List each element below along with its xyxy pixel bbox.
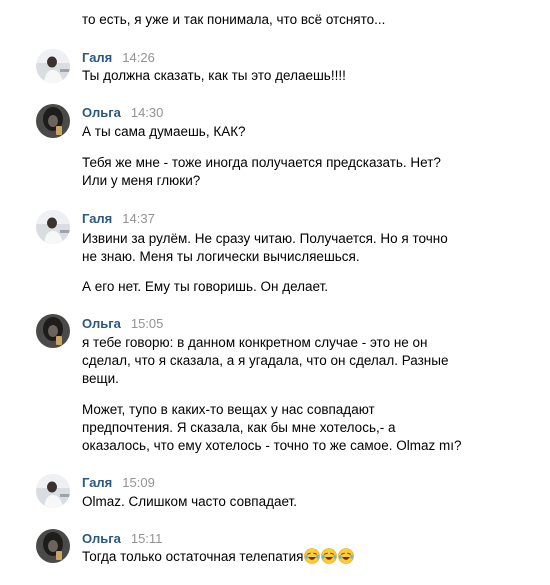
message-time[interactable]: 14:26: [122, 50, 155, 65]
message-feed: то есть, я уже и так понимала, что всё о…: [0, 0, 550, 585]
message-header: Ольга 14:30: [82, 105, 163, 121]
face-with-tears-of-joy-icon: [304, 548, 321, 569]
message-header: Галя 14:37: [82, 211, 155, 227]
message-text: не знаю. Меня ты логически вычисляешься.: [82, 249, 360, 264]
author-name[interactable]: Ольга: [82, 316, 121, 331]
message-text-line: Тогда только остаточная телепатия: [82, 547, 355, 569]
author-name[interactable]: Ольга: [82, 531, 121, 546]
message-text: оказалось, что ему хотелось - точно то ж…: [82, 438, 462, 453]
message-text: сделал, что я сказала, а я угадала, что …: [82, 353, 449, 368]
message-time[interactable]: 14:37: [122, 211, 155, 226]
author-name[interactable]: Галя: [82, 475, 112, 490]
avatar-olga[interactable]: [36, 529, 70, 563]
message-time[interactable]: 15:09: [122, 475, 155, 490]
message-text: я тебе говорю: в данном конкретном случа…: [82, 335, 428, 350]
avatar-galya[interactable]: [36, 49, 70, 83]
message-text: Тебя же мне - тоже иногда получается пре…: [82, 155, 441, 170]
message-text: Тогда только остаточная телепатия: [82, 549, 304, 564]
message-time[interactable]: 15:05: [131, 316, 164, 331]
message-text: вещи.: [82, 371, 119, 386]
message-text: Может, тупо в каких-то вещах у нас совпа…: [82, 402, 375, 417]
message-text: Olmaz. Слишком часто совпадает.: [82, 494, 297, 509]
avatar-olga[interactable]: [36, 104, 70, 138]
message-text: то есть, я уже и так понимала, что всё о…: [82, 12, 386, 27]
message-header: Галя 14:26: [82, 50, 155, 66]
message-header: Ольга 15:11: [82, 531, 162, 547]
message-text: Извини за рулём. Не сразу читаю. Получае…: [82, 231, 448, 246]
message-header: Ольга 15:05: [82, 316, 163, 332]
message-header: Галя 15:09: [82, 475, 155, 491]
message-text: А его нет. Ему ты говоришь. Он делает.: [82, 279, 329, 294]
author-name[interactable]: Галя: [82, 50, 112, 65]
message-time[interactable]: 15:11: [131, 531, 163, 546]
avatar-galya[interactable]: [36, 474, 70, 508]
author-name[interactable]: Галя: [82, 211, 112, 226]
message-time[interactable]: 14:30: [131, 105, 164, 120]
avatar-olga[interactable]: [36, 314, 70, 348]
face-with-tears-of-joy-icon: [338, 548, 355, 569]
message-text: Или у меня глюки?: [82, 173, 201, 188]
message-text: предпочтения. Я сказала, как бы мне хоте…: [82, 420, 396, 435]
author-name[interactable]: Ольга: [82, 105, 121, 120]
message-text: А ты сама думаешь, КАК?: [82, 124, 246, 139]
face-with-tears-of-joy-icon: [321, 548, 338, 569]
message-text: Ты должна сказать, как ты это делаешь!!!…: [82, 68, 346, 83]
avatar-galya[interactable]: [36, 210, 70, 244]
